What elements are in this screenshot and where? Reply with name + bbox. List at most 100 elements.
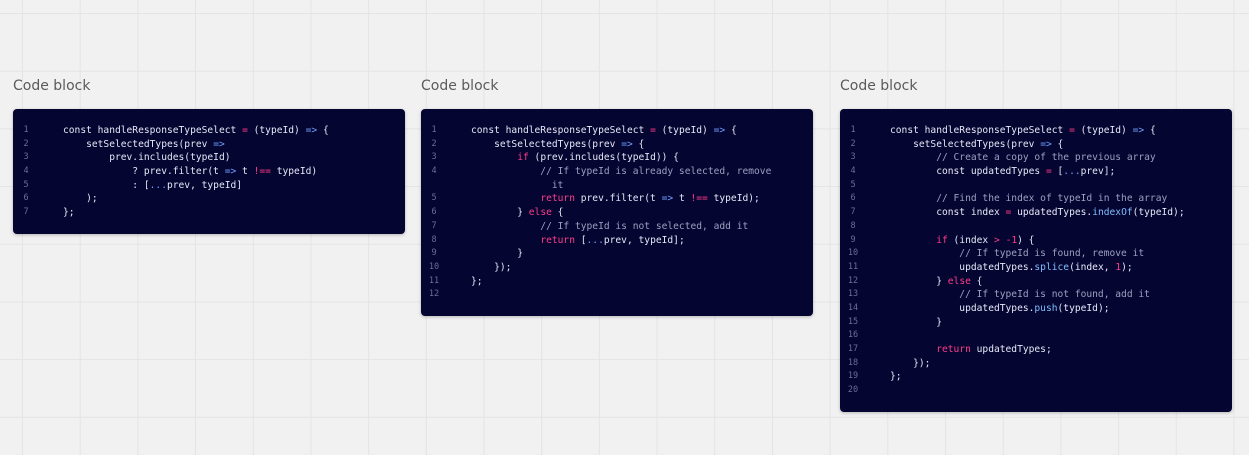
code-token: }); [890, 357, 931, 369]
code-line: 10 // If typeId is found, remove it [840, 247, 1232, 261]
code-token: } [890, 275, 948, 287]
code-block-title: Code block [840, 78, 918, 94]
code-token: // If typeId is already selected, remove [471, 166, 772, 178]
line-number: 6 [850, 193, 856, 204]
code-text: updatedTypes.push(typeId); [890, 302, 1109, 316]
line-number: 11 [847, 261, 859, 272]
code-line: 8 [840, 220, 1232, 234]
code-line: 14 updatedTypes.push(typeId); [840, 302, 1232, 316]
line-number: 3 [850, 152, 856, 163]
code-token: [ [574, 234, 587, 246]
code-text: if (index > -1) { [890, 234, 1034, 248]
code-token: => [305, 125, 318, 136]
line-number: 10 [847, 248, 859, 259]
code-line: it [421, 179, 813, 193]
code-text: it [471, 179, 564, 193]
code-token: const index [890, 207, 1006, 219]
line-number: 12 [847, 275, 859, 286]
code-text: const handleResponseTypeSelect = (typeId… [890, 124, 1156, 138]
code-line: 7}; [13, 206, 405, 220]
code-editor[interactable]: 1 const handleResponseTypeSelect = (typeI… [840, 109, 1232, 412]
code-text: }); [471, 261, 511, 275]
line-number: 2 [431, 138, 437, 149]
code-token: ... [1063, 166, 1081, 178]
line-number: 9 [431, 248, 437, 259]
code-text: ); [63, 192, 98, 206]
code-token: => [1040, 138, 1052, 150]
code-token: (index, [1069, 261, 1116, 273]
code-block-title: Code block [13, 78, 91, 94]
code-line: 6 // Find the index of typeId in the arr… [840, 192, 1232, 206]
code-line: 3 // Create a copy of the previous array [840, 151, 1232, 165]
code-token: }; [471, 275, 483, 287]
code-line: 2 setSelectedTypes(prev => [13, 138, 405, 152]
code-token: -1 [1005, 234, 1018, 246]
code-token: updatedTypes. [1011, 207, 1093, 219]
code-token: const handleResponseTypeSelect [471, 125, 651, 136]
code-line: 9 } [421, 247, 813, 261]
code-line: 17 return updatedTypes; [840, 343, 1232, 357]
code-text: // Create a copy of the previous array [890, 151, 1156, 165]
code-editor[interactable]: 1 const handleResponseTypeSelect = (typeI… [421, 109, 813, 316]
code-token: ); [1121, 261, 1133, 273]
code-line: 7 // If typeId is not selected, add it [421, 220, 813, 234]
code-token: ); [63, 193, 98, 205]
code-token: => [224, 166, 237, 178]
line-number: 10 [428, 261, 440, 272]
line-number: 18 [847, 357, 859, 368]
code-line: 15 } [840, 316, 1232, 330]
code-line: 11}; [421, 275, 813, 289]
code-text: const updatedTypes = [...prev]; [890, 165, 1115, 179]
line-number: 20 [847, 385, 859, 396]
code-token: } [471, 248, 523, 260]
code-line: 12 [421, 288, 813, 302]
code-token: { [1051, 138, 1064, 150]
code-token: { [551, 207, 564, 219]
line-number: 13 [847, 289, 859, 300]
code-token: prev, typeId] [166, 179, 243, 191]
code-text: ? prev.filter(t => t !== typeId) [63, 165, 317, 179]
code-text: setSelectedTypes(prev => { [890, 138, 1063, 152]
code-token: if [936, 234, 948, 246]
line-number: 1 [431, 125, 437, 135]
line-number: 2 [850, 138, 856, 149]
code-line: 9 if (index > -1) { [840, 234, 1232, 248]
line-number: 8 [431, 234, 437, 245]
code-token: ) { [1017, 234, 1035, 246]
code-token: if [517, 152, 529, 164]
code-text: updatedTypes.splice(index, 1); [890, 261, 1133, 275]
line-number: 1 [850, 125, 856, 135]
code-text: setSelectedTypes(prev => [63, 138, 225, 152]
code-line: 2 setSelectedTypes(prev => { [421, 138, 813, 152]
code-token: // Find the index of typeId in the array [890, 193, 1168, 205]
code-text: }; [63, 206, 75, 220]
code-token: prev]; [1080, 166, 1116, 178]
code-text: : [...prev, typeId] [63, 179, 242, 193]
code-token: (typeId) [247, 125, 306, 136]
code-token: : [ [63, 179, 150, 191]
code-token: => [1132, 125, 1145, 136]
code-text: }; [890, 370, 902, 384]
code-token: indexOf [1092, 207, 1133, 219]
code-token: // If typeId is not found, add it [890, 289, 1150, 301]
code-text: // If typeId is found, remove it [890, 247, 1144, 261]
code-text: const index = updatedTypes.indexOf(typeI… [890, 206, 1184, 220]
code-line: 3 if (prev.includes(typeId)) { [421, 151, 813, 165]
code-token: => [713, 125, 726, 136]
code-text: } [890, 316, 942, 330]
code-editor[interactable]: 1 const handleResponseTypeSelect = (typeI… [13, 109, 405, 234]
line-number: 7 [431, 220, 437, 231]
code-line: 1 const handleResponseTypeSelect = (typeI… [13, 124, 405, 138]
code-line: 4 // If typeId is already selected, remo… [421, 165, 813, 179]
code-line: 1 const handleResponseTypeSelect = (typeI… [840, 124, 1232, 138]
code-text: } else { [471, 206, 563, 220]
code-line: 2 setSelectedTypes(prev => { [840, 138, 1232, 152]
code-token: setSelectedTypes(prev [471, 138, 622, 150]
code-token: it [471, 179, 564, 191]
line-number: 15 [847, 316, 859, 327]
code-token: }; [890, 371, 902, 383]
code-text: const handleResponseTypeSelect = (typeId… [471, 124, 737, 138]
code-token: typeId) [270, 166, 318, 178]
line-number: 7 [850, 207, 856, 218]
